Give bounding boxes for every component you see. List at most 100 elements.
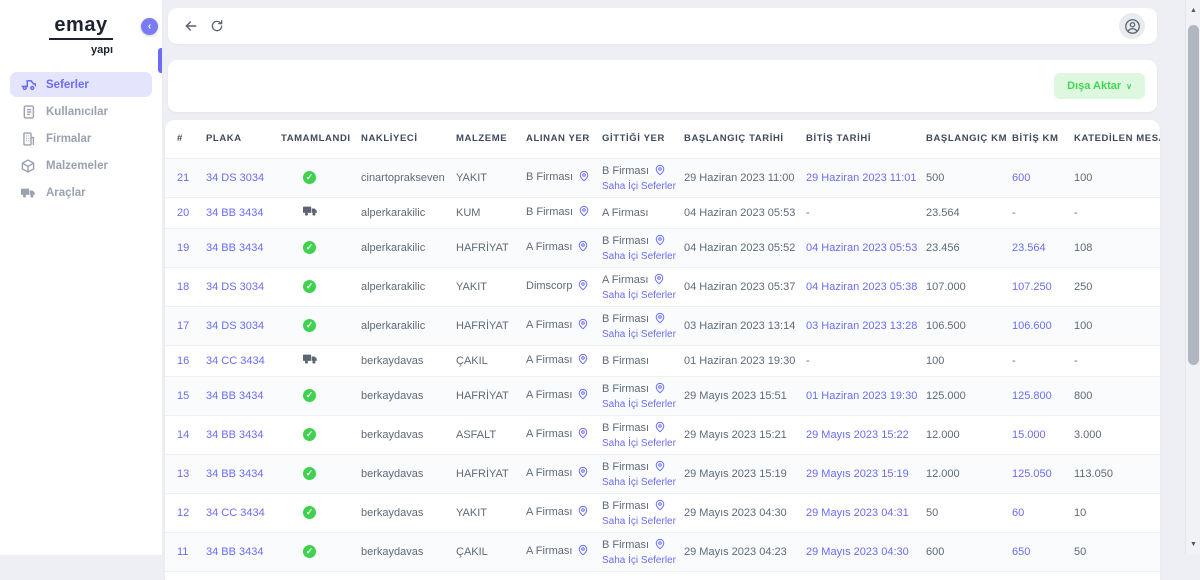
end-date-link[interactable]: 29 Mayıs 2023 04:30 xyxy=(806,546,909,558)
location-pin-icon[interactable] xyxy=(654,499,666,514)
col-header-baslangic-tarihi: BAŞLANGIÇ TARİHİ xyxy=(680,120,802,158)
material-cell: HAFRİYAT xyxy=(452,376,522,415)
plate-link[interactable]: 34 DS 3034 xyxy=(206,172,264,184)
location-pin-icon[interactable] xyxy=(577,505,589,520)
plate-link[interactable]: 34 BB 3434 xyxy=(206,242,264,254)
materials-icon xyxy=(20,158,36,174)
sidebar-item-araclar[interactable]: Araçlar xyxy=(10,181,152,205)
start-km-cell: 125.000 xyxy=(922,376,1008,415)
plate-link[interactable]: 34 BB 3434 xyxy=(206,429,264,441)
sidebar-collapse-button[interactable]: ‹ xyxy=(141,18,158,35)
site-trips-link[interactable]: Saha İçi Seferler xyxy=(602,555,676,566)
refresh-button[interactable] xyxy=(206,15,228,37)
scroll-down-arrow[interactable]: ▼ xyxy=(1186,537,1200,552)
site-trips-link[interactable]: Saha İçi Seferler xyxy=(602,399,676,410)
start-date-cell: 29 Mayıs 2023 04:23 xyxy=(680,532,802,571)
end-km-link[interactable]: 125.800 xyxy=(1012,390,1052,402)
end-km-link[interactable]: 106.600 xyxy=(1012,320,1052,332)
location-pin-icon[interactable] xyxy=(577,318,589,333)
end-km-link[interactable]: 125.050 xyxy=(1012,468,1052,480)
start-date-cell: 29 Mayıs 2023 15:21 xyxy=(680,415,802,454)
trip-id-link[interactable]: 14 xyxy=(177,429,189,441)
plate-link[interactable]: 34 DS 3034 xyxy=(206,320,264,332)
location-pin-icon[interactable] xyxy=(654,538,666,553)
end-date-link[interactable]: 04 Haziran 2023 05:38 xyxy=(806,281,917,293)
location-pin-icon[interactable] xyxy=(577,353,589,368)
carrier-cell: berkaydavas xyxy=(357,493,452,532)
back-button[interactable] xyxy=(180,15,202,37)
sidebar-item-malzemeler[interactable]: Malzemeler xyxy=(10,154,152,178)
location-pin-icon[interactable] xyxy=(577,544,589,559)
end-date-link[interactable]: 01 Haziran 2023 19:30 xyxy=(806,390,917,402)
end-km-link[interactable]: 650 xyxy=(1012,546,1030,558)
plate-link[interactable]: 34 BB 3434 xyxy=(206,207,264,219)
location-pin-icon[interactable] xyxy=(654,234,666,249)
location-pin-icon[interactable] xyxy=(654,421,666,436)
site-trips-link[interactable]: Saha İçi Seferler xyxy=(602,477,676,488)
completed-check-icon: ✓ xyxy=(303,428,316,441)
start-km-cell: 100 xyxy=(922,345,1008,376)
end-date-link[interactable]: 29 Mayıs 2023 04:31 xyxy=(806,507,909,519)
end-km-link[interactable]: 600 xyxy=(1012,172,1030,184)
location-pin-icon[interactable] xyxy=(654,164,666,179)
location-pin-icon[interactable] xyxy=(654,460,666,475)
plate-link[interactable]: 34 CC 3434 xyxy=(206,507,265,519)
material-cell: KUM xyxy=(452,197,522,228)
scroll-up-arrow[interactable]: ▲ xyxy=(1186,3,1200,18)
location-pin-icon[interactable] xyxy=(653,273,665,288)
trip-id-link[interactable]: 12 xyxy=(177,507,189,519)
location-pin-icon[interactable] xyxy=(577,388,589,403)
trip-id-link[interactable]: 11 xyxy=(177,546,188,558)
end-date-link[interactable]: 03 Haziran 2023 13:28 xyxy=(806,320,917,332)
col-header-gittigi-yer: GİTTİĞİ YER xyxy=(598,120,680,158)
sidebar-item-label: Malzemeler xyxy=(46,160,108,172)
end-date-link[interactable]: 29 Haziran 2023 11:01 xyxy=(806,172,917,184)
location-pin-icon[interactable] xyxy=(577,466,589,481)
plate-link[interactable]: 34 BB 3434 xyxy=(206,468,264,480)
trip-id-link[interactable]: 13 xyxy=(177,468,189,480)
end-date-link[interactable]: 04 Haziran 2023 05:53 xyxy=(806,242,917,254)
sidebar-item-seferler[interactable]: Seferler xyxy=(10,72,152,97)
trip-id-link[interactable]: 19 xyxy=(177,242,189,254)
trip-id-link[interactable]: 17 xyxy=(177,320,189,332)
trip-id-link[interactable]: 18 xyxy=(177,281,189,293)
location-pin-icon[interactable] xyxy=(577,427,589,442)
carrier-cell: alperkarakilic xyxy=(357,267,452,306)
location-pin-icon[interactable] xyxy=(577,279,589,294)
site-trips-link[interactable]: Saha İçi Seferler xyxy=(602,329,676,340)
location-pin-icon[interactable] xyxy=(654,312,666,327)
sidebar-item-kullanicilar[interactable]: Kullanıcılar xyxy=(10,100,152,124)
export-button[interactable]: Dışa Aktar ∨ xyxy=(1054,73,1145,99)
site-trips-link[interactable]: Saha İçi Seferler xyxy=(602,251,676,262)
location-pin-icon[interactable] xyxy=(578,205,590,220)
sidebar-item-label: Kullanıcılar xyxy=(46,106,108,118)
plate-link[interactable]: 34 BB 3434 xyxy=(206,390,264,402)
end-km-link[interactable]: 107.250 xyxy=(1012,281,1052,293)
site-trips-link[interactable]: Saha İçi Seferler xyxy=(602,181,676,192)
location-pin-icon[interactable] xyxy=(578,170,590,185)
site-trips-link[interactable]: Saha İçi Seferler xyxy=(602,516,676,527)
user-avatar-button[interactable] xyxy=(1119,13,1145,39)
plate-link[interactable]: 34 BB 3434 xyxy=(206,546,264,558)
plate-link[interactable]: 34 CC 3434 xyxy=(206,355,265,367)
location-pin-icon[interactable] xyxy=(577,240,589,255)
end-km-link[interactable]: 23.564 xyxy=(1012,242,1046,254)
end-date-link[interactable]: 29 Mayıs 2023 15:22 xyxy=(806,429,909,441)
scrollbar-thumb[interactable] xyxy=(1188,25,1199,365)
trip-id-link[interactable]: 21 xyxy=(177,172,189,184)
destination-cell: A FirmasıSaha İçi Seferler xyxy=(598,267,680,306)
sidebar-item-firmalar[interactable]: Firmalar xyxy=(10,127,152,151)
location-pin-icon[interactable] xyxy=(654,382,666,397)
end-date-cell: - xyxy=(806,207,810,219)
end-date-link[interactable]: 29 Mayıs 2023 15:19 xyxy=(806,468,909,480)
origin-cell: A Firması xyxy=(522,454,598,493)
trip-id-link[interactable]: 15 xyxy=(177,390,189,402)
site-trips-link[interactable]: Saha İçi Seferler xyxy=(602,290,676,301)
trip-id-link[interactable]: 20 xyxy=(177,207,189,219)
end-km-link[interactable]: 60 xyxy=(1012,507,1024,519)
end-km-link[interactable]: 15.000 xyxy=(1012,429,1046,441)
export-button-label: Dışa Aktar xyxy=(1067,80,1121,92)
trip-id-link[interactable]: 16 xyxy=(177,355,189,367)
site-trips-link[interactable]: Saha İçi Seferler xyxy=(602,438,676,449)
plate-link[interactable]: 34 DS 3034 xyxy=(206,281,264,293)
